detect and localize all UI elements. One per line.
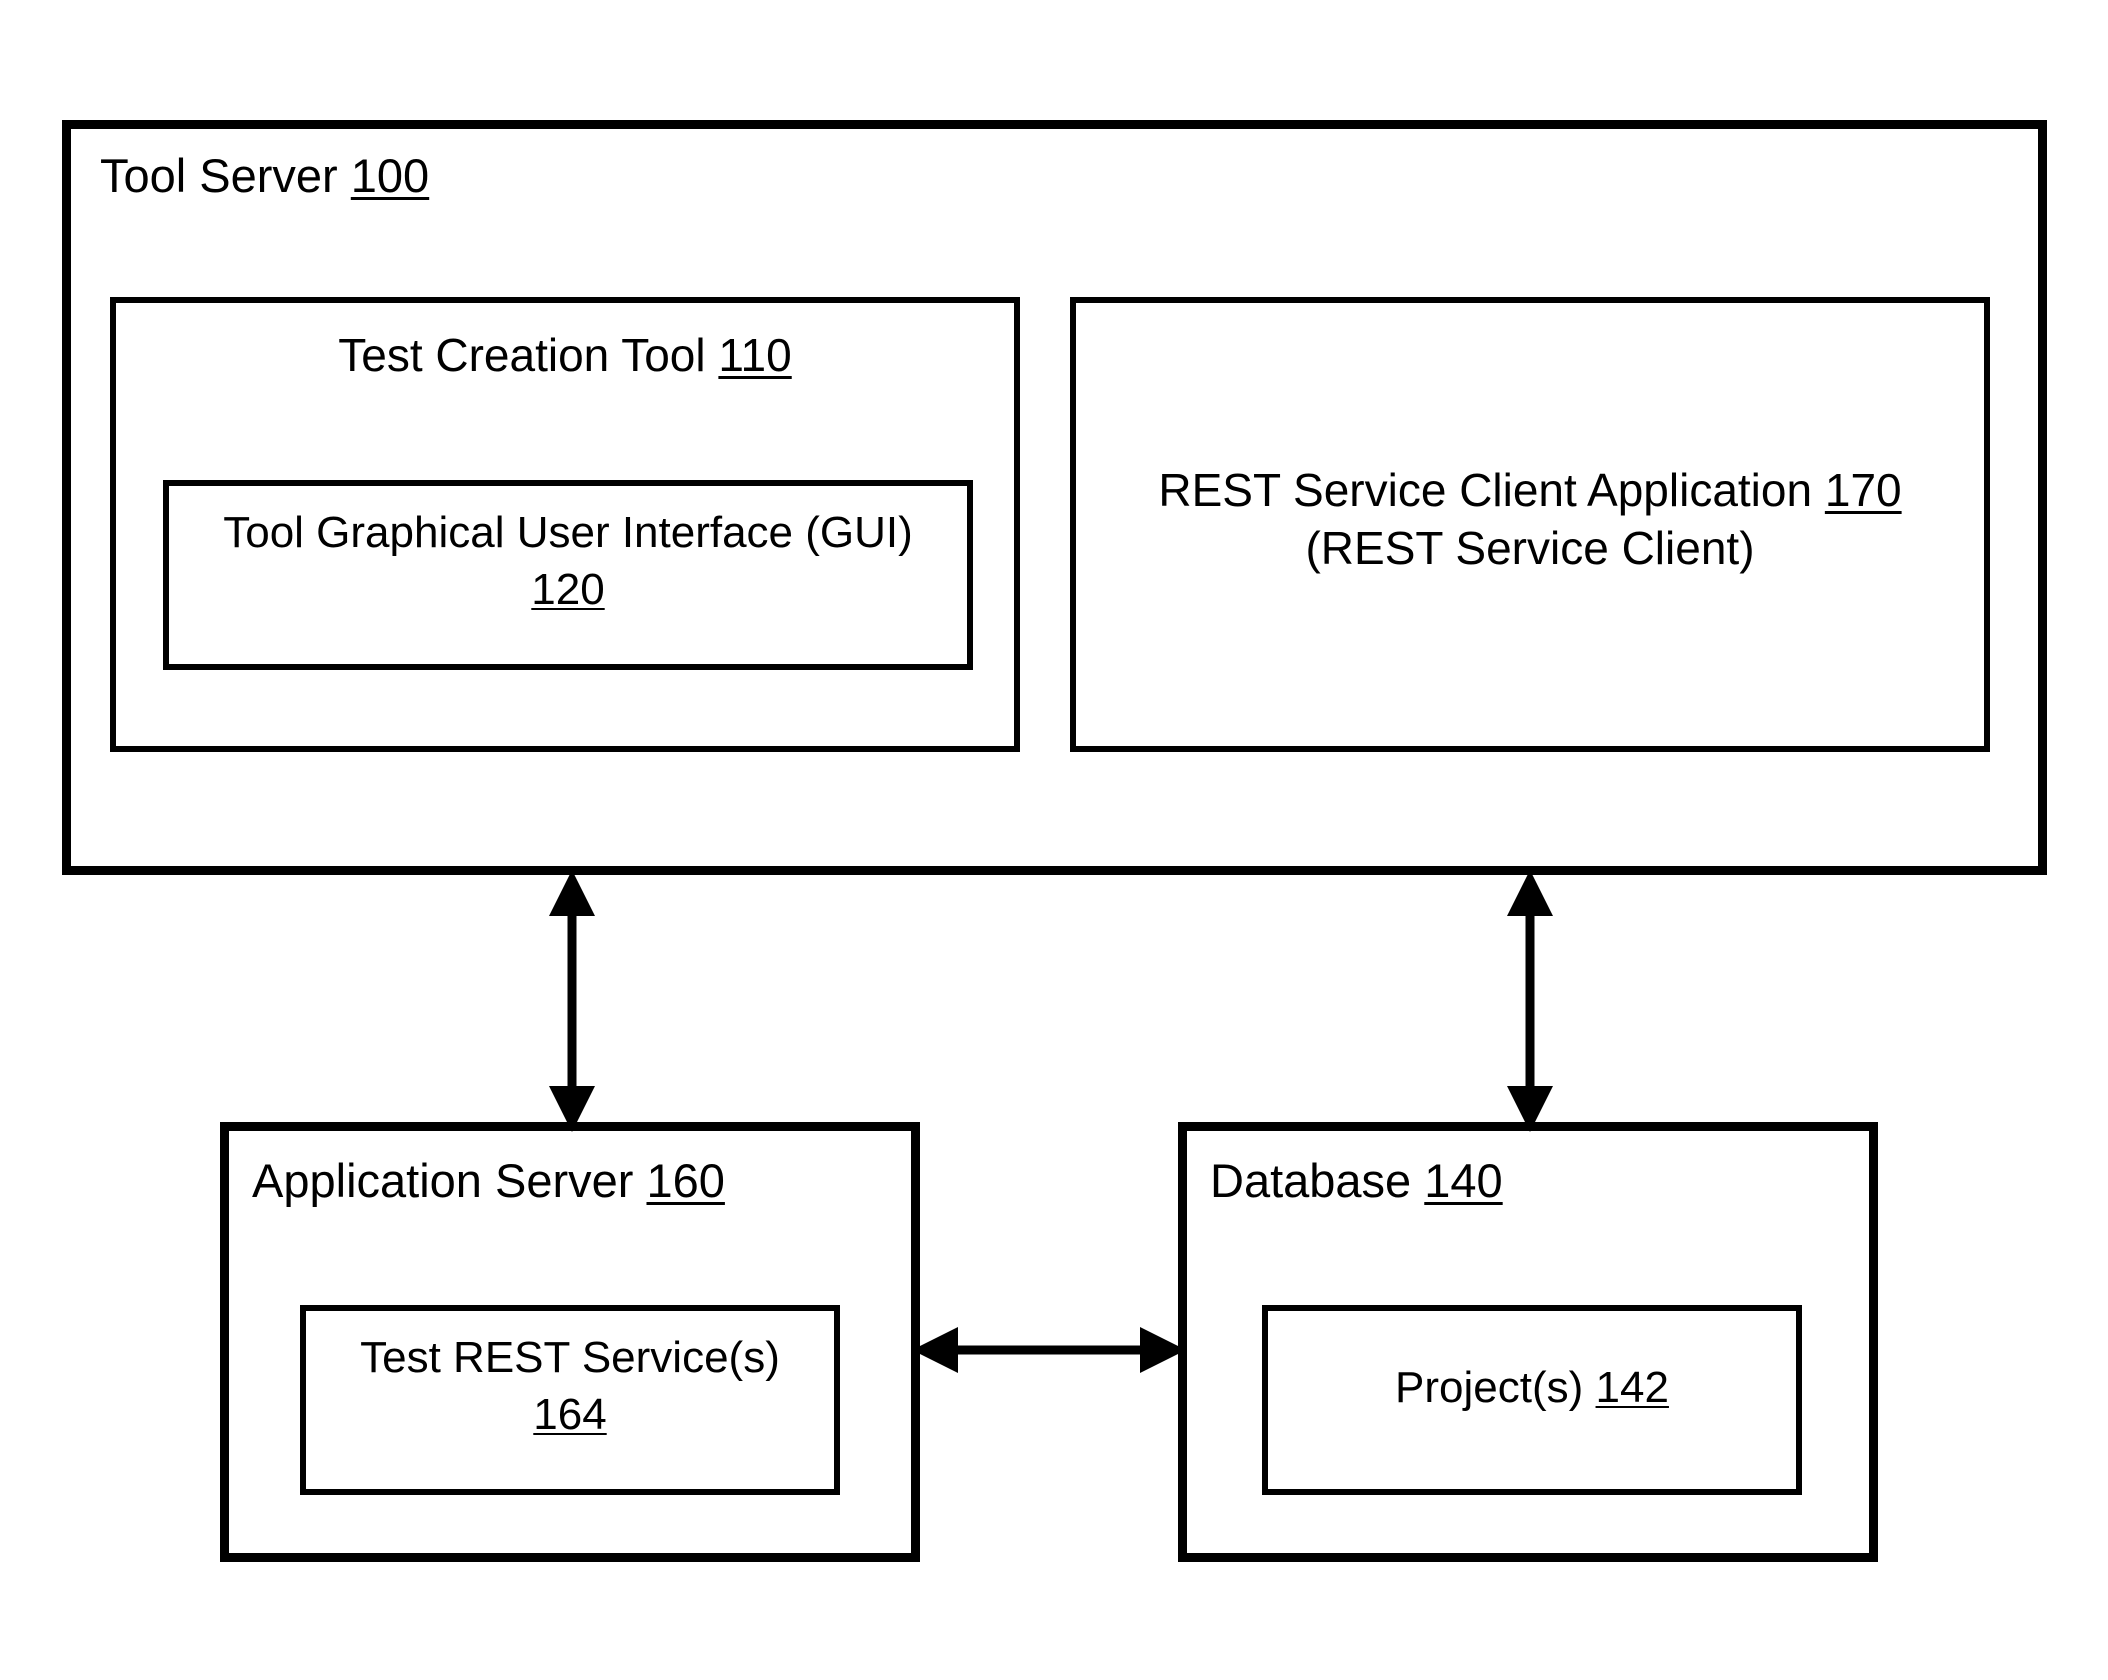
rest-service-client-line1-text: REST Service Client Application [1158, 464, 1825, 516]
database-title-text: Database [1210, 1154, 1425, 1207]
tool-gui-line1: Tool Graphical User Interface (GUI) [223, 508, 913, 557]
rest-service-client-line2-text: (REST Service Client) [1305, 522, 1755, 574]
application-server-ref: 160 [646, 1154, 725, 1207]
tool-server-title: Tool Server 100 [100, 149, 1000, 203]
projects-ref: 142 [1595, 1363, 1669, 1412]
tool-gui-ref-line: 120 [163, 565, 973, 614]
projects-line: Project(s) 142 [1262, 1363, 1802, 1412]
figure-canvas: Tool Server 100 Test Creation Tool 110 T… [0, 0, 2108, 1680]
test-rest-services-line1-text: Test REST Service(s) [360, 1333, 780, 1382]
projects-line-text: Project(s) [1395, 1363, 1596, 1412]
rest-service-client-ref: 170 [1824, 464, 1902, 516]
rest-service-client-line2: (REST Service Client) [1070, 522, 1990, 575]
test-rest-services-ref: 164 [533, 1390, 607, 1439]
application-server-title-text: Application Server [252, 1154, 647, 1207]
tool-server-ref: 100 [350, 149, 430, 202]
tool-server-title-text: Tool Server [100, 149, 351, 202]
test-rest-services-line1: Test REST Service(s) [300, 1333, 840, 1382]
connector-application-server-database [912, 1310, 1186, 1390]
database-title: Database 140 [1210, 1154, 1870, 1208]
database-ref: 140 [1424, 1154, 1503, 1207]
test-creation-tool-title: Test Creation Tool 110 [110, 329, 1020, 382]
connector-tool-server-application-server [532, 870, 612, 1132]
rest-service-client-line1: REST Service Client Application 170 [1070, 464, 1990, 517]
connector-tool-server-database [1490, 870, 1570, 1132]
test-creation-tool-title-text: Test Creation Tool [338, 329, 719, 381]
tool-gui-ref: 120 [531, 565, 605, 614]
tool-gui-title: Tool Graphical User Interface (GUI) [163, 508, 973, 557]
test-rest-services-ref-line: 164 [300, 1390, 840, 1439]
test-creation-tool-ref: 110 [718, 329, 792, 381]
application-server-title: Application Server 160 [252, 1154, 912, 1208]
